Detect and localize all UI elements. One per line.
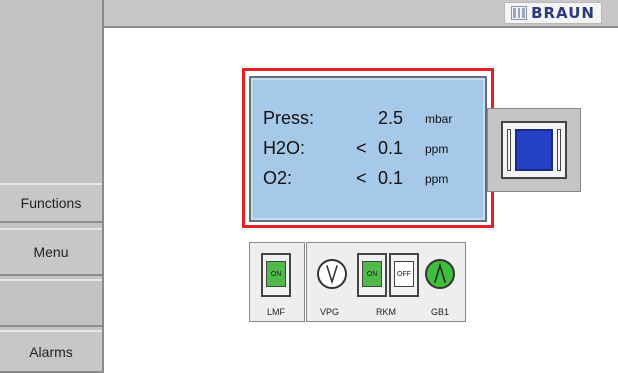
functions-button[interactable]: Functions — [0, 183, 102, 223]
vacuum-pump-icon[interactable] — [317, 259, 347, 289]
o2-comparator: < — [356, 168, 367, 188]
rkm-on-switch[interactable]: ON — [357, 253, 387, 297]
h2o-value: 0.1 — [377, 138, 403, 158]
vpg-label: VPG — [320, 307, 340, 317]
gb1-label: GB1 — [431, 307, 450, 317]
brand-logo: BRAUN — [504, 2, 602, 24]
pressure-label: Press: — [263, 108, 315, 128]
h2o-unit: ppm — [425, 142, 449, 156]
o2-unit: ppm — [425, 172, 449, 186]
lmf-panel: ON LMF — [249, 242, 305, 322]
sidebar: Functions Menu Alarms — [0, 0, 104, 373]
rkm-on-label: ON — [362, 261, 382, 287]
lmf-label: LMF — [267, 307, 285, 317]
top-bar: BRAUN — [104, 0, 618, 28]
h2o-comparator: < — [356, 138, 367, 158]
brand-name: BRAUN — [531, 4, 595, 22]
pressure-value: 2.5 — [377, 108, 403, 128]
o2-value: 0.1 — [377, 168, 403, 188]
menu-button[interactable]: Menu — [0, 228, 102, 276]
h2o-label: H2O: — [263, 138, 306, 158]
lmf-switch-state: ON — [266, 261, 286, 287]
rkm-label: RKM — [376, 307, 396, 317]
door-icon — [501, 121, 567, 179]
gas-readings-display[interactable]: Press: 2.5 mbar H2O: < 0.1 ppm O2: < 0.1… — [249, 76, 487, 222]
pressure-row: Press: 2.5 mbar — [263, 108, 483, 134]
pressure-unit: mbar — [425, 112, 453, 126]
rkm-off-label: OFF — [394, 261, 414, 287]
rkm-off-switch[interactable]: OFF — [389, 253, 419, 297]
alarms-button[interactable]: Alarms — [0, 330, 102, 373]
lmf-switch[interactable]: ON — [261, 253, 291, 297]
pump-panel: VPG ON OFF RKM GB1 — [306, 242, 466, 322]
blower-icon[interactable] — [425, 259, 455, 289]
o2-row: O2: < 0.1 ppm — [263, 168, 483, 194]
h2o-row: H2O: < 0.1 ppm — [263, 138, 483, 164]
sidebar-empty-slot — [0, 279, 102, 327]
antechamber-door-button[interactable] — [487, 108, 581, 192]
o2-label: O2: — [263, 168, 293, 188]
brand-mark-icon — [511, 6, 528, 20]
